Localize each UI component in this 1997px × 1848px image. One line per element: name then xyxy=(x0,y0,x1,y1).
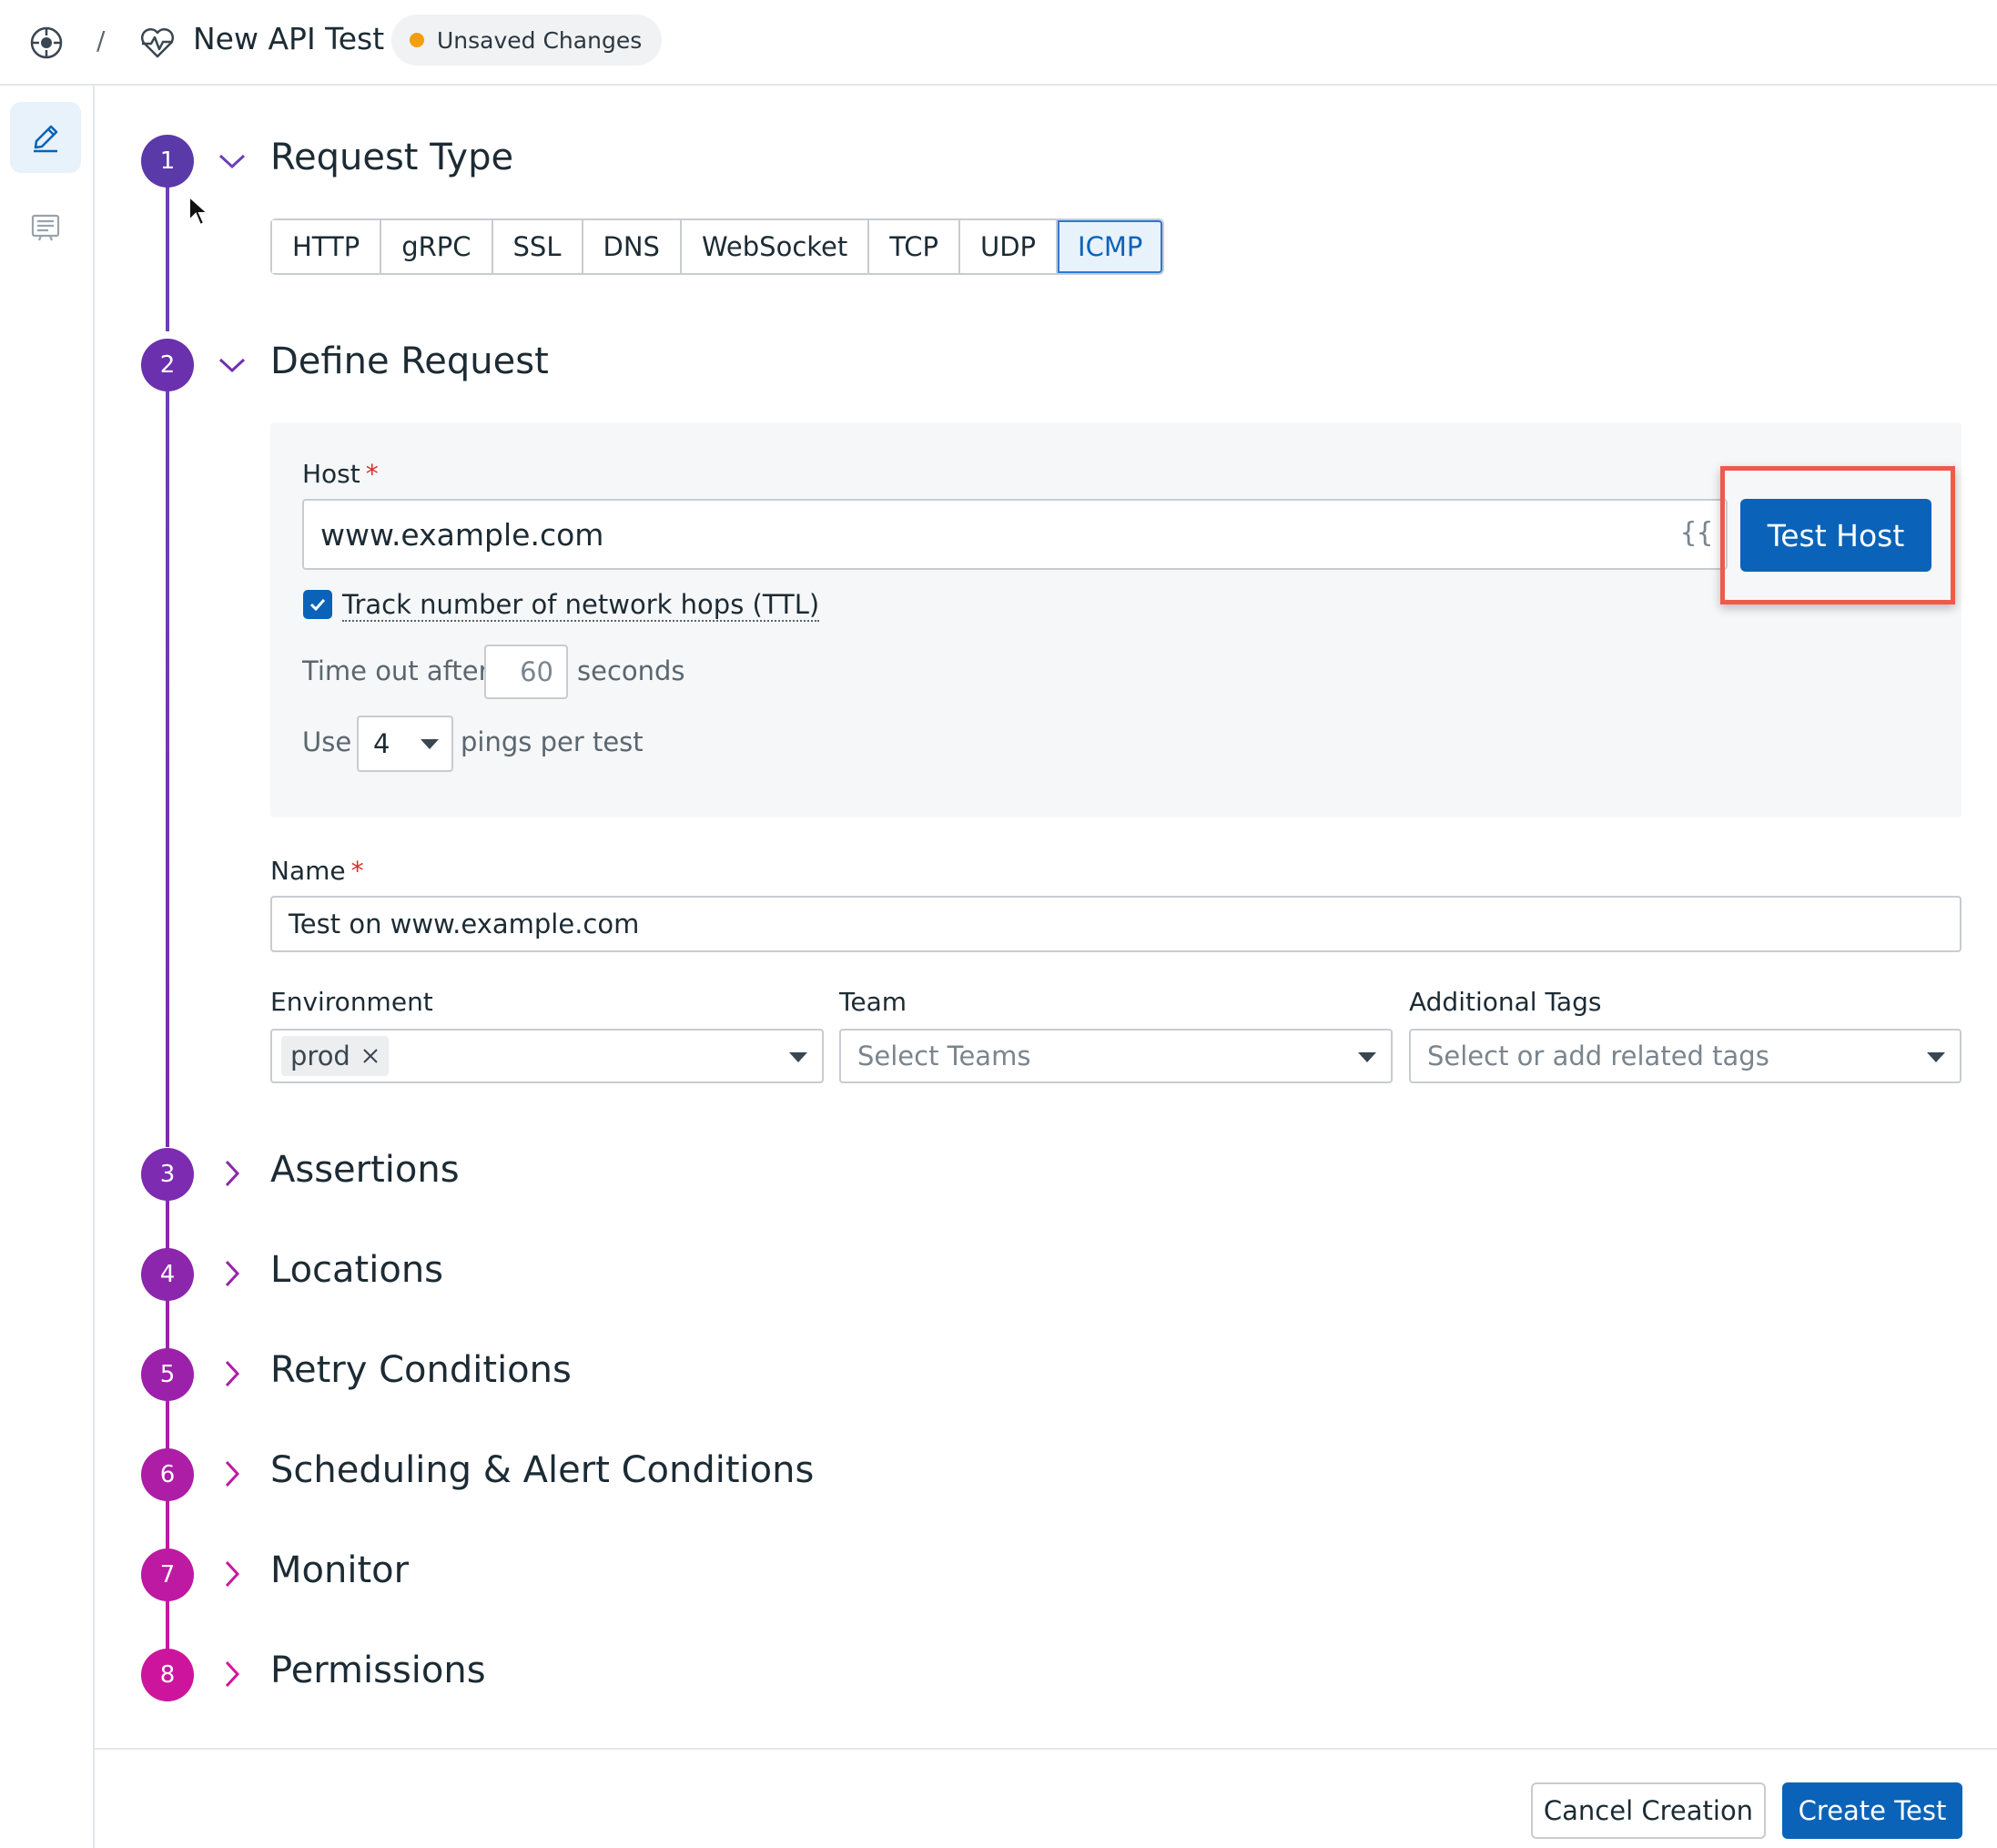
ttl-checkbox[interactable] xyxy=(303,590,332,619)
mouse-cursor-icon xyxy=(188,195,210,227)
step-3-title[interactable]: Assertions xyxy=(270,1149,460,1191)
chevron-right-icon[interactable] xyxy=(217,1559,248,1589)
step-6-title[interactable]: Scheduling & Alert Conditions xyxy=(270,1449,814,1491)
chevron-right-icon[interactable] xyxy=(217,1458,248,1489)
step-8-title[interactable]: Permissions xyxy=(270,1650,486,1691)
request-type-tcp[interactable]: TCP xyxy=(869,220,960,273)
step-4-title[interactable]: Locations xyxy=(270,1249,443,1291)
environment-tag: prod xyxy=(281,1036,389,1076)
test-host-button[interactable]: Test Host xyxy=(1740,499,1931,572)
team-select[interactable]: Select Teams xyxy=(839,1029,1393,1083)
breadcrumb-separator: / xyxy=(96,25,106,56)
caret-down-icon xyxy=(421,739,439,749)
ttl-label[interactable]: Track number of network hops (TTL) xyxy=(342,589,820,622)
chevron-right-icon[interactable] xyxy=(217,1659,248,1690)
step-5-number: 5 xyxy=(141,1348,194,1401)
step-2-title[interactable]: Define Request xyxy=(270,340,549,382)
request-type-http[interactable]: HTTP xyxy=(272,220,382,273)
step-4-number: 4 xyxy=(141,1248,194,1301)
request-type-udp[interactable]: UDP xyxy=(960,220,1059,273)
rail-item-list[interactable] xyxy=(24,206,67,249)
close-icon[interactable] xyxy=(361,1047,380,1065)
chevron-right-icon[interactable] xyxy=(217,1258,248,1289)
pings-value: 4 xyxy=(373,728,390,759)
top-bar: / New API Test Unsaved Changes xyxy=(0,0,1997,86)
pings-prefix: Use xyxy=(302,726,352,757)
step-connector xyxy=(166,391,169,1147)
status-dot-icon xyxy=(410,33,424,47)
request-type-selector: HTTP gRPC SSL DNS WebSocket TCP UDP ICMP xyxy=(270,218,1165,275)
heartbeat-icon xyxy=(138,24,177,62)
tags-placeholder: Select or add related tags xyxy=(1427,1041,1769,1071)
pencil-icon xyxy=(34,125,58,153)
environment-tag-label: prod xyxy=(290,1041,350,1071)
step-connector xyxy=(166,1300,169,1353)
name-input[interactable]: Test on www.example.com xyxy=(270,896,1962,952)
step-5-title[interactable]: Retry Conditions xyxy=(270,1349,572,1391)
status-badge: Unsaved Changes xyxy=(391,15,663,66)
chevron-down-icon[interactable] xyxy=(217,146,248,177)
checkmark-icon xyxy=(309,598,326,612)
step-2-number: 2 xyxy=(141,339,194,391)
request-type-websocket[interactable]: WebSocket xyxy=(681,220,870,273)
team-placeholder: Select Teams xyxy=(857,1041,1031,1071)
step-3-number: 3 xyxy=(141,1148,194,1201)
caret-down-icon xyxy=(1358,1052,1376,1062)
step-connector xyxy=(166,1500,169,1553)
list-icon xyxy=(31,214,60,241)
step-1-number: 1 xyxy=(141,135,194,188)
variables-icon[interactable]: {{ xyxy=(1680,517,1713,549)
tags-label: Additional Tags xyxy=(1409,987,1602,1017)
step-8-number: 8 xyxy=(141,1649,194,1701)
timeout-input[interactable]: 60 xyxy=(484,645,568,699)
page-title: New API Test xyxy=(193,21,385,56)
rail-item-edit[interactable] xyxy=(10,102,81,173)
name-label: Name * xyxy=(270,856,364,886)
host-label: Host * xyxy=(302,459,379,489)
pings-select[interactable]: 4 xyxy=(357,716,453,772)
request-type-dns[interactable]: DNS xyxy=(583,220,682,273)
team-label: Team xyxy=(839,987,907,1017)
environment-select[interactable]: prod xyxy=(270,1029,824,1083)
caret-down-icon xyxy=(789,1052,807,1062)
step-connector xyxy=(166,1200,169,1253)
step-6-number: 6 xyxy=(141,1448,194,1501)
datadog-logo-icon[interactable] xyxy=(27,24,66,62)
cancel-creation-button[interactable]: Cancel Creation xyxy=(1531,1782,1766,1839)
chevron-down-icon[interactable] xyxy=(217,350,248,381)
pings-suffix: pings per test xyxy=(461,726,644,757)
footer-divider xyxy=(95,1748,1997,1750)
status-badge-label: Unsaved Changes xyxy=(437,26,643,54)
left-rail xyxy=(0,86,95,1848)
request-type-icmp[interactable]: ICMP xyxy=(1058,220,1163,273)
step-connector xyxy=(166,1600,169,1653)
timeout-suffix: seconds xyxy=(577,655,685,686)
step-connector xyxy=(166,1400,169,1453)
environment-label: Environment xyxy=(270,987,433,1017)
tags-select[interactable]: Select or add related tags xyxy=(1409,1029,1962,1083)
timeout-prefix: Time out after xyxy=(302,655,490,686)
chevron-right-icon[interactable] xyxy=(217,1158,248,1189)
step-connector xyxy=(166,186,169,331)
caret-down-icon xyxy=(1927,1052,1945,1062)
step-7-number: 7 xyxy=(141,1548,194,1601)
chevron-right-icon[interactable] xyxy=(217,1358,248,1389)
request-type-ssl[interactable]: SSL xyxy=(492,220,583,273)
step-7-title[interactable]: Monitor xyxy=(270,1549,409,1591)
step-1-title[interactable]: Request Type xyxy=(270,137,513,178)
host-input[interactable]: www.example.com xyxy=(302,499,1728,570)
request-type-grpc[interactable]: gRPC xyxy=(381,220,493,273)
create-test-button[interactable]: Create Test xyxy=(1782,1782,1962,1839)
